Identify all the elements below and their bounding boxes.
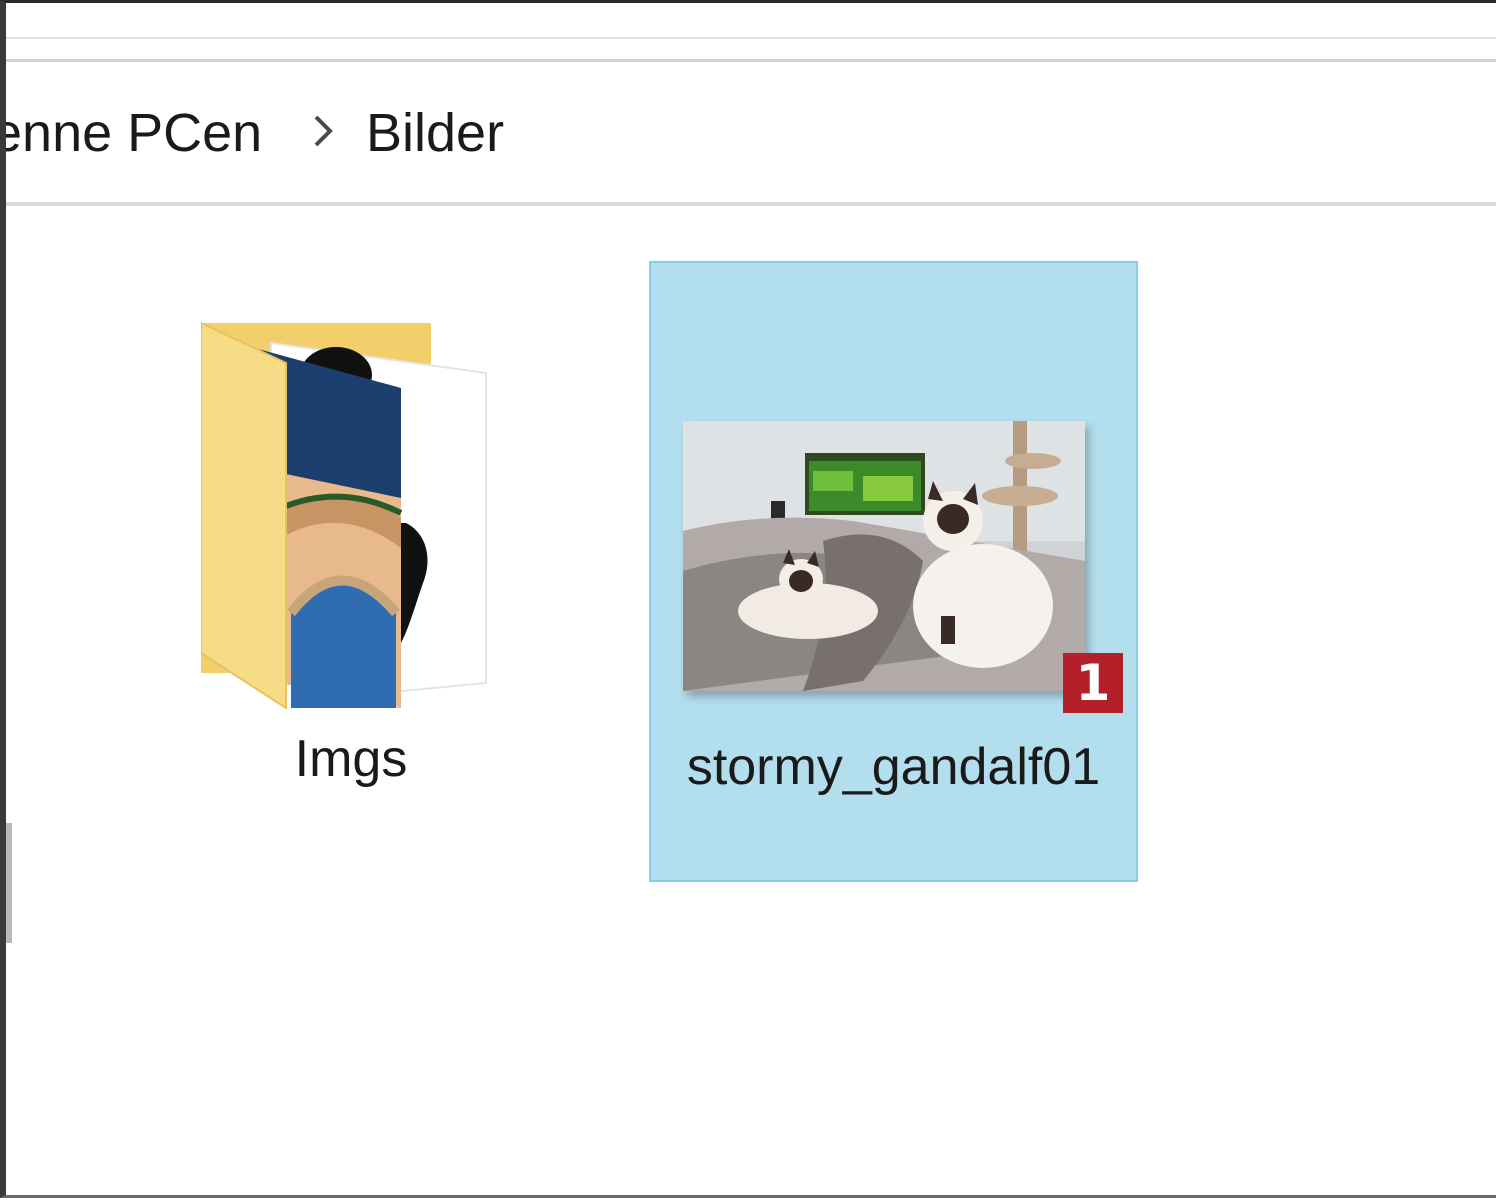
file-item-stormy-gandalf01[interactable]: 1 stormy_gandalf01 bbox=[649, 261, 1138, 882]
file-explorer-window: enne PCen Bilder Imgs 1 stormy_gandalf01 bbox=[0, 0, 1496, 1198]
chevron-right-icon[interactable] bbox=[306, 111, 340, 151]
address-bar-border bbox=[6, 202, 1496, 206]
ribbon-edge bbox=[6, 37, 1496, 39]
navigation-pane-edge[interactable] bbox=[6, 823, 12, 943]
number-badge: 1 bbox=[1063, 653, 1123, 713]
folder-label: Imgs bbox=[294, 730, 408, 788]
folder-icon bbox=[201, 321, 487, 710]
file-label: stormy_gandalf01 bbox=[686, 738, 1101, 796]
image-thumbnail bbox=[683, 421, 1085, 691]
breadcrumb-item-this-pc[interactable]: enne PCen bbox=[6, 101, 262, 165]
folder-item-imgs[interactable]: Imgs bbox=[171, 293, 531, 813]
breadcrumb-item-bilder[interactable]: Bilder bbox=[366, 101, 504, 165]
